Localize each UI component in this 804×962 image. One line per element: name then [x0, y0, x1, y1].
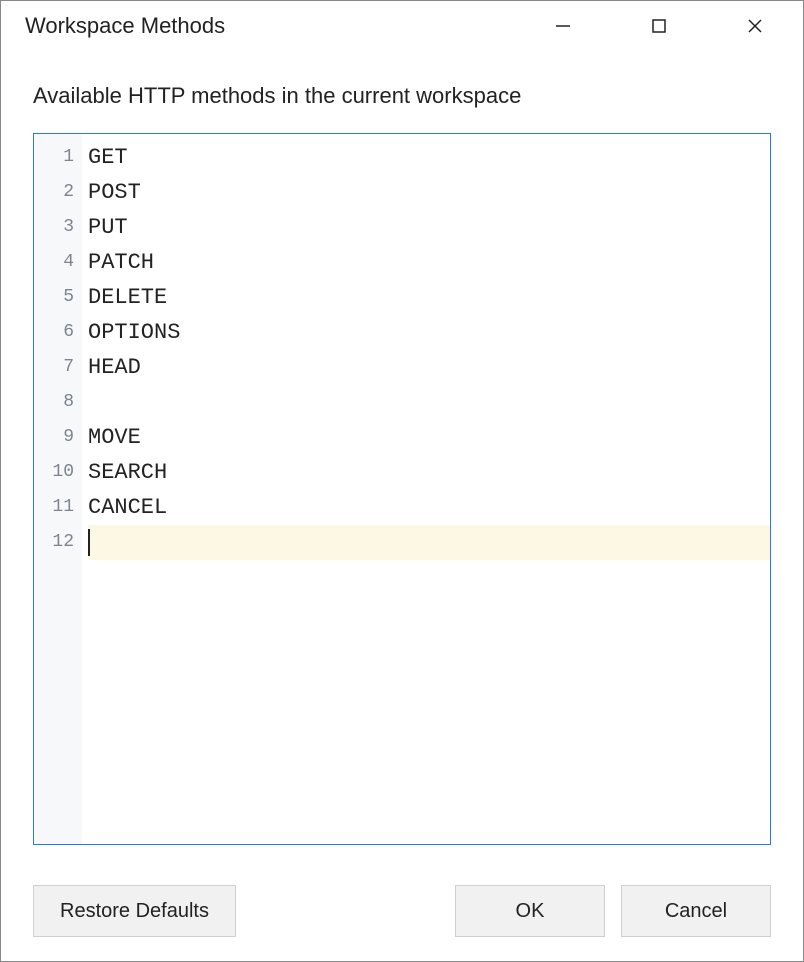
code-line[interactable]	[88, 525, 770, 560]
titlebar: Workspace Methods	[1, 1, 803, 51]
code-line[interactable]: MOVE	[88, 420, 770, 455]
restore-defaults-button[interactable]: Restore Defaults	[33, 885, 236, 937]
text-caret	[88, 529, 90, 556]
code-line[interactable]	[88, 385, 770, 420]
line-number: 4	[46, 245, 74, 280]
dialog-button-bar: Restore Defaults OK Cancel	[1, 877, 803, 961]
maximize-icon	[651, 18, 667, 34]
code-line[interactable]: CANCEL	[88, 490, 770, 525]
close-icon	[747, 18, 763, 34]
ok-button[interactable]: OK	[455, 885, 605, 937]
cancel-button[interactable]: Cancel	[621, 885, 771, 937]
window-controls	[515, 1, 803, 51]
dialog-window: Workspace Methods Available HTTP methods…	[0, 0, 804, 962]
code-line[interactable]: PATCH	[88, 245, 770, 280]
code-line[interactable]: HEAD	[88, 350, 770, 385]
minimize-icon	[555, 18, 571, 34]
maximize-button[interactable]	[611, 1, 707, 51]
close-button[interactable]	[707, 1, 803, 51]
line-number: 8	[46, 385, 74, 420]
code-line[interactable]: GET	[88, 140, 770, 175]
line-number: 5	[46, 280, 74, 315]
window-title: Workspace Methods	[25, 13, 515, 39]
code-line[interactable]: SEARCH	[88, 455, 770, 490]
code-line[interactable]: OPTIONS	[88, 315, 770, 350]
line-number: 12	[46, 525, 74, 560]
code-line[interactable]: DELETE	[88, 280, 770, 315]
line-number: 10	[46, 455, 74, 490]
code-line[interactable]: POST	[88, 175, 770, 210]
code-editor[interactable]: 123456789101112 GETPOSTPUTPATCHDELETEOPT…	[33, 133, 771, 845]
line-number: 3	[46, 210, 74, 245]
dialog-content: Available HTTP methods in the current wo…	[1, 51, 803, 877]
line-number: 6	[46, 315, 74, 350]
line-number-gutter: 123456789101112	[34, 134, 82, 844]
line-number: 9	[46, 420, 74, 455]
code-area[interactable]: GETPOSTPUTPATCHDELETEOPTIONSHEAD MOVESEAR…	[82, 134, 770, 844]
dialog-subtitle: Available HTTP methods in the current wo…	[33, 83, 771, 109]
button-spacer	[252, 885, 439, 937]
line-number: 7	[46, 350, 74, 385]
code-line[interactable]: PUT	[88, 210, 770, 245]
line-number: 2	[46, 175, 74, 210]
line-number: 11	[46, 490, 74, 525]
minimize-button[interactable]	[515, 1, 611, 51]
line-number: 1	[46, 140, 74, 175]
